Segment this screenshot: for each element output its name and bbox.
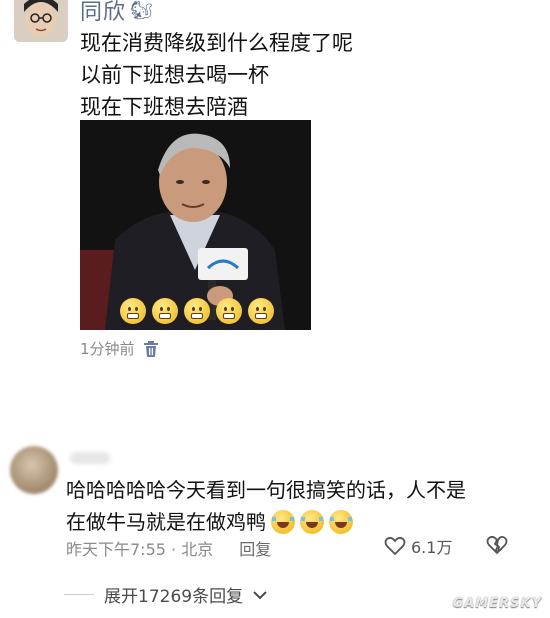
- post: 同欣 🐿 现在消费降级到什么程度了呢 以前下班想去喝一杯 现在下班想去陪酒 1分…: [0, 0, 550, 370]
- comment-line-2: 在做牛马就是在做鸡鸭: [66, 510, 266, 534]
- grimace-emoji-icon: [216, 298, 242, 324]
- grimace-emoji-icon: [152, 298, 178, 324]
- comment-line-1: 哈哈哈哈哈今天看到一句很搞笑的话，人不是: [66, 478, 466, 502]
- comment-time: 昨天下午7:55 · 北京: [66, 540, 214, 559]
- laugh-cry-emoji-icon: [271, 510, 295, 534]
- grimace-emoji-icon: [248, 298, 274, 324]
- commenter-name-blurred: [70, 452, 110, 464]
- post-time: 1分钟前: [80, 340, 135, 358]
- laugh-cry-emoji-icon: [300, 510, 324, 534]
- trash-icon[interactable]: [143, 340, 159, 358]
- chevron-down-icon: [253, 590, 267, 599]
- like-count: 6.1万: [411, 538, 453, 557]
- divider: [64, 594, 94, 595]
- dislike-button[interactable]: [486, 535, 508, 559]
- laugh-cry-emoji-icon: [329, 510, 353, 534]
- comment-text[interactable]: 哈哈哈哈哈今天看到一句很搞笑的话，人不是 在做牛马就是在做鸡鸭: [66, 474, 536, 538]
- post-meta: 1分钟前: [80, 338, 159, 359]
- like-button[interactable]: 6.1万: [384, 534, 452, 558]
- grimace-emoji-icon: [120, 298, 146, 324]
- comment-meta: 昨天下午7:55 · 北京 回复 6.1万: [66, 534, 526, 560]
- broken-heart-icon: [486, 535, 508, 555]
- expand-replies-label: 展开17269条回复: [104, 587, 244, 607]
- post-line-2: 以前下班想去喝一杯: [80, 63, 269, 87]
- heart-icon: [384, 536, 406, 556]
- username-text: 同欣: [80, 0, 127, 25]
- reply-button[interactable]: 回复: [239, 536, 271, 560]
- grimace-emoji-icon: [184, 298, 210, 324]
- watermark: GAMERSKY: [452, 596, 542, 611]
- post-line-3: 现在下班想去陪酒: [80, 95, 248, 119]
- squirrel-icon: 🐿: [130, 0, 154, 21]
- post-text: 现在消费降级到什么程度了呢 以前下班想去喝一杯 现在下班想去陪酒: [80, 27, 353, 123]
- expand-replies[interactable]: 展开17269条回复: [64, 582, 267, 607]
- comment-line-2-row: 在做牛马就是在做鸡鸭: [66, 506, 536, 538]
- post-image[interactable]: [80, 120, 311, 330]
- emoji-row: [120, 298, 274, 324]
- user-avatar[interactable]: [14, 0, 68, 42]
- post-line-1: 现在消费降级到什么程度了呢: [80, 31, 353, 55]
- username[interactable]: 同欣 🐿: [80, 0, 154, 26]
- commenter-avatar[interactable]: [10, 446, 58, 494]
